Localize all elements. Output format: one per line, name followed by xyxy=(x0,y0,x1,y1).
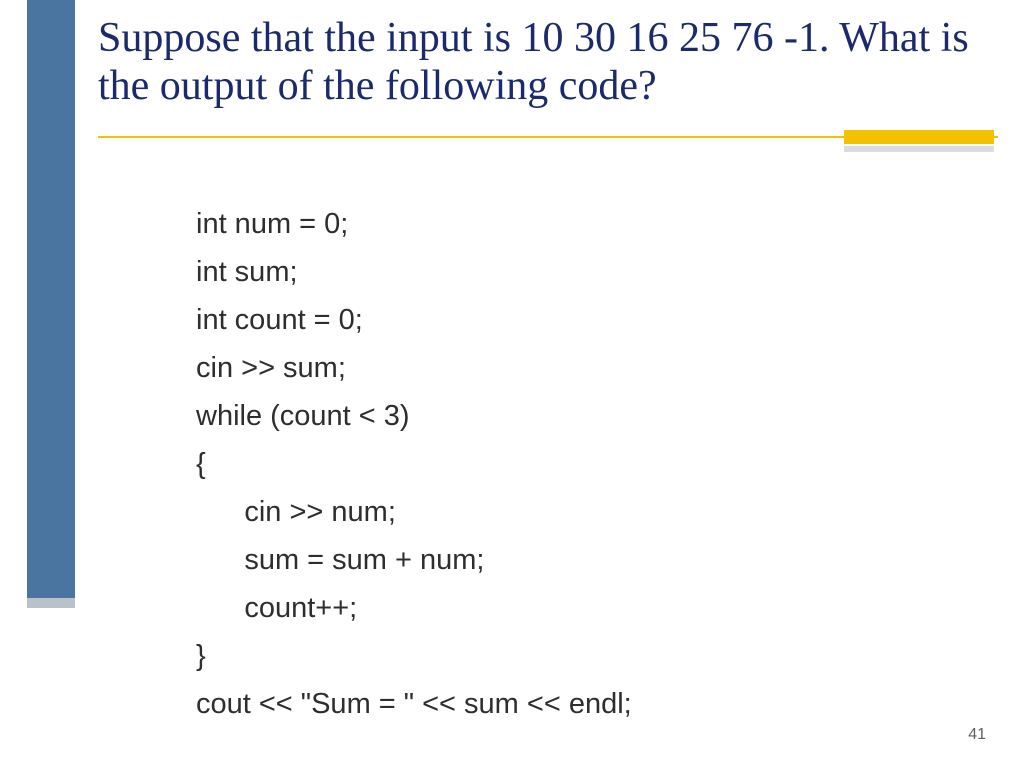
code-block: int num = 0; int sum; int count = 0; cin… xyxy=(196,200,632,728)
code-line: int num = 0; xyxy=(196,208,348,240)
code-line: cin >> sum; xyxy=(196,352,346,384)
decorative-left-accent xyxy=(27,598,75,608)
title-underline xyxy=(98,136,998,154)
code-line: } xyxy=(196,640,206,672)
decorative-left-bar xyxy=(27,0,75,600)
code-line: int sum; xyxy=(196,256,298,288)
page-number: 41 xyxy=(968,726,986,744)
code-line: { xyxy=(196,448,206,480)
underline-tab xyxy=(844,130,994,144)
code-line: cout << "Sum = " << sum << endl; xyxy=(196,688,632,720)
code-line: cin >> num; xyxy=(196,496,396,528)
slide: Suppose that the input is 10 30 16 25 76… xyxy=(0,0,1024,768)
underline-tab-shadow xyxy=(844,146,994,152)
code-line: sum = sum + num; xyxy=(196,544,485,576)
code-line: int count = 0; xyxy=(196,304,363,336)
code-line: while (count < 3) xyxy=(196,400,410,432)
code-line: count++; xyxy=(196,592,357,624)
slide-title: Suppose that the input is 10 30 16 25 76… xyxy=(98,14,978,111)
